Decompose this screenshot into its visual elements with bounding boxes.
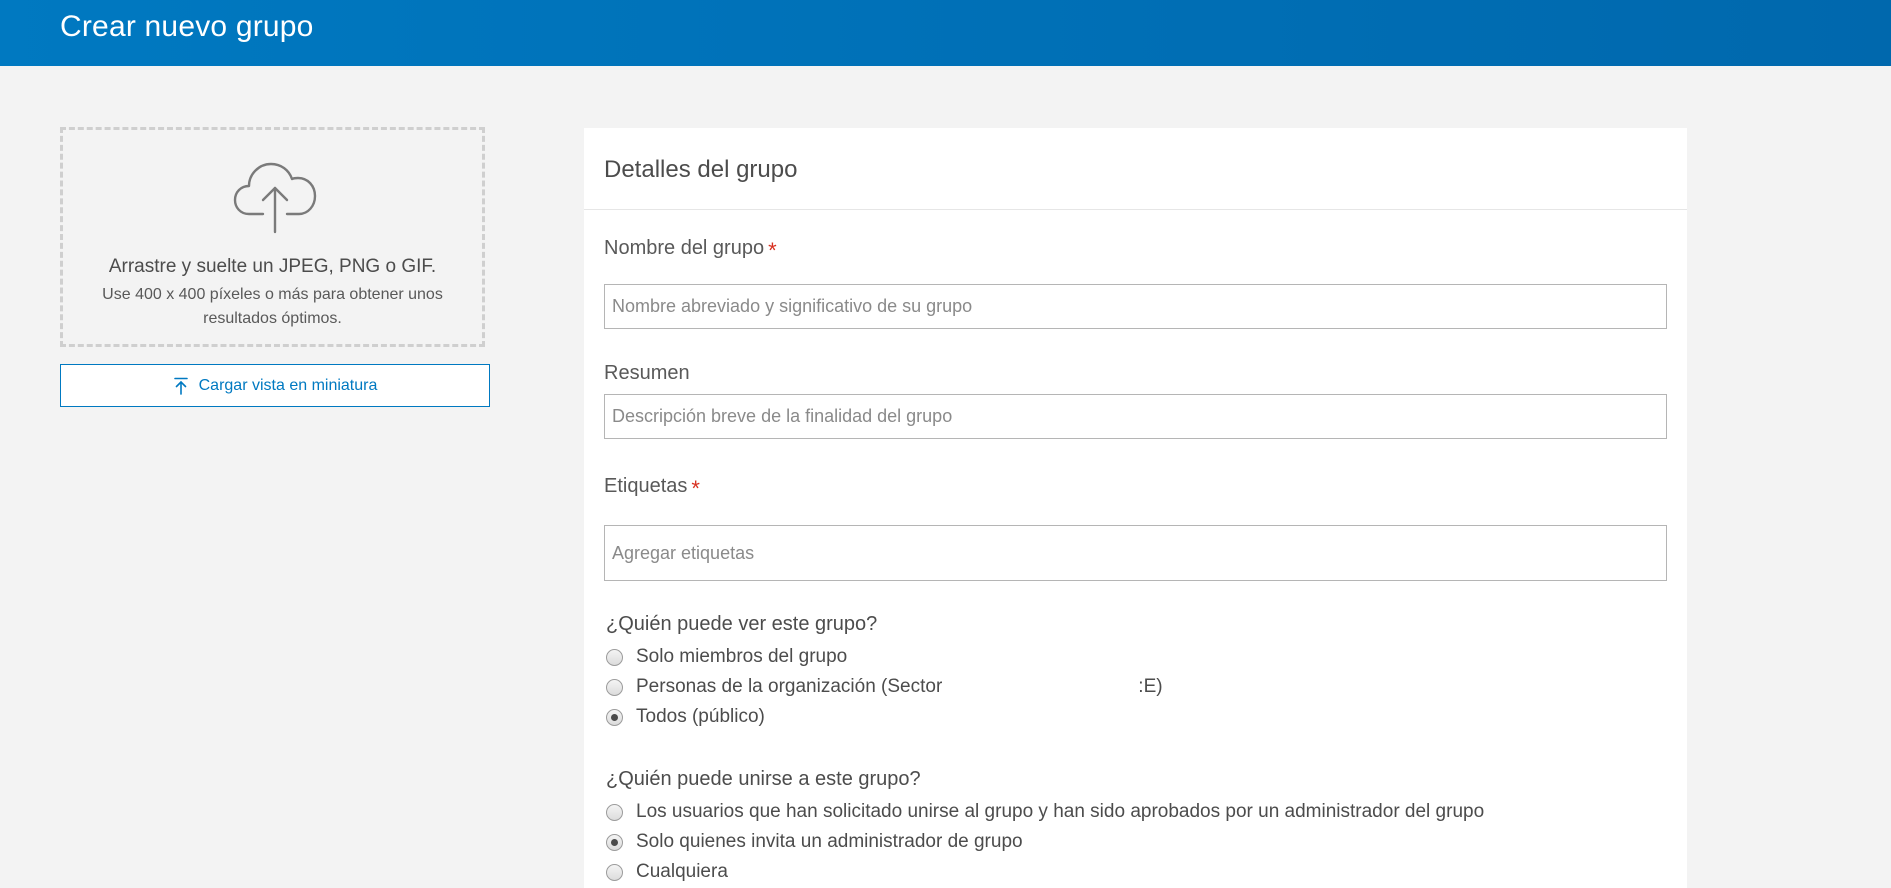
membership-option-approval[interactable]: Los usuarios que han solicitado unirse a…	[606, 800, 1484, 824]
visibility-question: ¿Quién puede ver este grupo?	[606, 613, 878, 635]
panel-header: Detalles del grupo	[584, 128, 1687, 210]
group-details-panel: Detalles del grupo Nombre del grupo* Res…	[584, 128, 1687, 888]
visibility-option-label: Solo miembros del grupo	[636, 646, 848, 667]
membership-option-label: Cualquiera	[636, 861, 728, 882]
visibility-option-organization[interactable]: Personas de la organización (Sector :E)	[606, 675, 1163, 699]
radio-button[interactable]	[606, 678, 623, 696]
radio-button-selected[interactable]	[606, 833, 623, 851]
visibility-option-members[interactable]: Solo miembros del grupo	[606, 645, 847, 669]
group-name-input[interactable]	[604, 284, 1667, 329]
radio-button[interactable]	[606, 863, 623, 881]
required-marker: *	[768, 238, 777, 263]
membership-option-label: Los usuarios que han solicitado unirse a…	[636, 801, 1485, 822]
dropzone-hint: Use 400 x 400 píxeles o más para obtener…	[102, 286, 443, 327]
upload-thumbnail-button[interactable]: Cargar vista en miniatura	[60, 364, 490, 407]
tags-label-text: Etiquetas	[604, 475, 688, 497]
redacted-area	[942, 677, 1139, 697]
group-name-label-text: Nombre del grupo	[604, 237, 765, 259]
visibility-option-label: Personas de la organización (Sector	[636, 676, 943, 697]
group-name-label: Nombre del grupo *	[604, 234, 777, 263]
header-bar: Crear nuevo grupo	[0, 0, 1891, 66]
summary-label: Resumen	[604, 362, 690, 384]
cloud-upload-icon	[233, 162, 317, 234]
required-marker: *	[691, 476, 700, 501]
thumbnail-dropzone[interactable]: Arrastre y suelte un JPEG, PNG o GIF. Us…	[60, 127, 485, 347]
page-title: Crear nuevo grupo	[60, 10, 314, 43]
tags-label: Etiquetas *	[604, 472, 700, 501]
membership-option-invited[interactable]: Solo quienes invita un administrador de …	[606, 830, 1023, 854]
upload-arrow-icon	[173, 377, 188, 395]
membership-option-label: Solo quienes invita un administrador de …	[636, 831, 1023, 852]
visibility-option-label: Todos (público)	[636, 706, 765, 727]
visibility-option-suffix: :E)	[1138, 676, 1163, 697]
tags-input[interactable]	[604, 525, 1667, 581]
membership-option-anyone[interactable]: Cualquiera	[606, 860, 728, 884]
radio-button[interactable]	[606, 648, 623, 666]
radio-button[interactable]	[606, 803, 623, 821]
membership-question: ¿Quién puede unirse a este grupo?	[606, 768, 921, 790]
upload-thumbnail-label: Cargar vista en miniatura	[198, 376, 378, 394]
radio-button-selected[interactable]	[606, 708, 623, 726]
visibility-option-public[interactable]: Todos (público)	[606, 705, 765, 729]
dropzone-title: Arrastre y suelte un JPEG, PNG o GIF.	[108, 256, 437, 277]
summary-input[interactable]	[604, 394, 1667, 439]
panel-title: Detalles del grupo	[604, 156, 798, 183]
